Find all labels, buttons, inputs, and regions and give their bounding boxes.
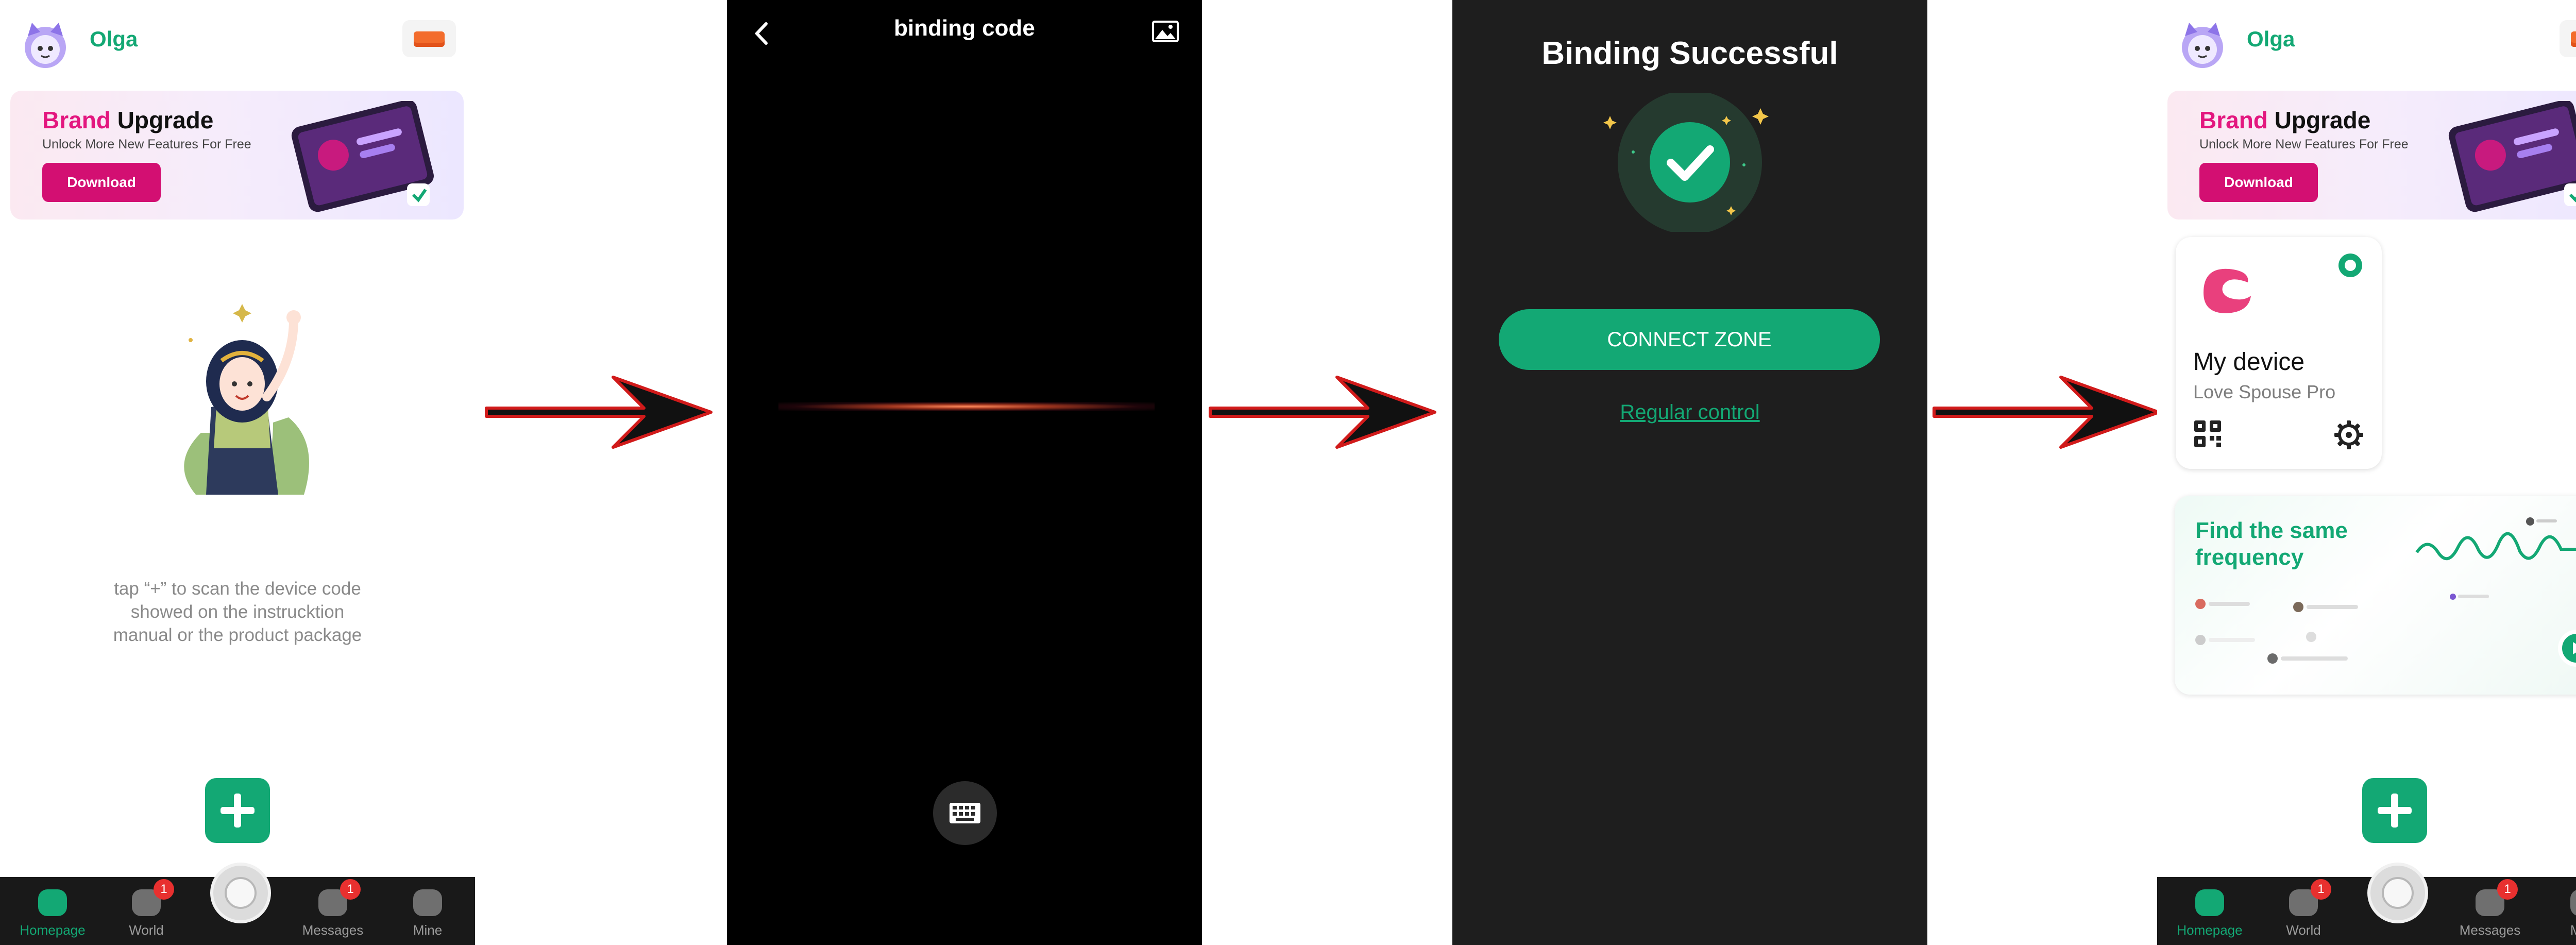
tab-bar: Homepage 1 World 1 Messages Mine bbox=[2157, 863, 2576, 945]
notification-badge: 1 bbox=[2311, 879, 2331, 900]
home-icon bbox=[2195, 889, 2224, 916]
scan-line bbox=[778, 402, 1155, 411]
tab-messages[interactable]: 1 Messages bbox=[2454, 877, 2526, 945]
page-title: binding code bbox=[894, 15, 1035, 41]
avatar[interactable] bbox=[2178, 21, 2227, 70]
connection-status-icon bbox=[2338, 254, 2362, 277]
qr-code-icon[interactable] bbox=[2193, 419, 2222, 448]
center-action-button[interactable] bbox=[2367, 863, 2428, 923]
battery-button[interactable] bbox=[2560, 20, 2576, 57]
center-action-button[interactable] bbox=[210, 863, 271, 923]
page-title: Binding Successful bbox=[1541, 36, 1838, 71]
banner-title-upgrade: Upgrade bbox=[117, 107, 214, 133]
upgrade-banner[interactable]: Brand Upgrade Unlock More New Features F… bbox=[10, 91, 464, 220]
frequency-title: Find the same frequency bbox=[2195, 518, 2348, 570]
notification-badge: 1 bbox=[154, 879, 174, 900]
home-screen-empty: Olga Brand Upgrade Unlock More New Featu… bbox=[0, 0, 475, 945]
avatar[interactable] bbox=[21, 21, 70, 70]
tab-label: Homepage bbox=[2177, 922, 2243, 938]
gear-icon[interactable] bbox=[2333, 419, 2364, 450]
center-orb-icon bbox=[225, 877, 257, 909]
connect-zone-button[interactable]: CONNECT ZONE bbox=[1499, 309, 1880, 370]
tab-label: Messages bbox=[302, 922, 364, 938]
banner-subtitle: Unlock More New Features For Free bbox=[2199, 137, 2409, 151]
waveform-illustration bbox=[2415, 517, 2576, 561]
download-button[interactable]: Download bbox=[42, 163, 161, 202]
tab-homepage[interactable]: Homepage bbox=[16, 877, 89, 945]
tab-label: Mine bbox=[413, 922, 443, 938]
flow-arrow bbox=[1209, 376, 1436, 449]
tab-world[interactable]: 1 World bbox=[110, 877, 182, 945]
battery-icon bbox=[2571, 31, 2576, 47]
profile-icon bbox=[2570, 889, 2576, 916]
home-screen-with-device: Olga Brand Upgrade Unlock More New Featu… bbox=[2157, 0, 2576, 945]
flow-arrow bbox=[485, 376, 713, 449]
tab-label: World bbox=[129, 922, 164, 938]
upgrade-banner[interactable]: Brand Upgrade Unlock More New Features F… bbox=[2167, 91, 2576, 220]
notification-badge: 1 bbox=[2497, 879, 2518, 900]
frequency-card[interactable]: Find the same frequency bbox=[2175, 496, 2576, 695]
battery-icon bbox=[414, 31, 445, 47]
tab-homepage[interactable]: Homepage bbox=[2174, 877, 2246, 945]
tab-label: Mine bbox=[2570, 922, 2576, 938]
download-button[interactable]: Download bbox=[2199, 163, 2318, 202]
scan-screen: binding code bbox=[727, 0, 1202, 945]
success-check-icon bbox=[1603, 93, 1769, 232]
tab-messages[interactable]: 1 Messages bbox=[297, 877, 369, 945]
plus-icon bbox=[221, 794, 255, 828]
notification-badge: 1 bbox=[340, 879, 361, 900]
tab-label: Homepage bbox=[20, 922, 86, 938]
add-device-button[interactable] bbox=[205, 778, 270, 843]
user-bubbles-illustration bbox=[2195, 594, 2489, 664]
device-model: Love Spouse Pro bbox=[2193, 381, 2336, 402]
regular-control-link[interactable]: Regular control bbox=[1452, 401, 1927, 424]
username: Olga bbox=[2247, 27, 2295, 51]
tab-mine[interactable]: Mine bbox=[2549, 877, 2576, 945]
flow-arrow bbox=[1933, 376, 2160, 449]
image-icon[interactable] bbox=[1152, 21, 1179, 42]
add-device-button[interactable] bbox=[2362, 778, 2427, 843]
phone-mockup-illustration bbox=[291, 101, 434, 212]
binding-success-screen: Binding Successful CONNECT ZONE Regular … bbox=[1452, 0, 1927, 945]
banner-title-upgrade: Upgrade bbox=[2274, 107, 2371, 133]
banner-subtitle: Unlock More New Features For Free bbox=[42, 137, 251, 151]
tab-world[interactable]: 1 World bbox=[2267, 877, 2340, 945]
banner-title: Brand Upgrade bbox=[42, 106, 213, 134]
girl-illustration bbox=[184, 304, 309, 495]
tab-label: World bbox=[2286, 922, 2321, 938]
tab-label: Messages bbox=[2459, 922, 2521, 938]
banner-title-brand: Brand bbox=[42, 107, 111, 133]
banner-title-brand: Brand bbox=[2199, 107, 2268, 133]
device-card[interactable]: My device Love Spouse Pro bbox=[2176, 237, 2382, 469]
plus-icon bbox=[2378, 794, 2412, 828]
username: Olga bbox=[90, 27, 138, 51]
phone-mockup-illustration bbox=[2448, 101, 2576, 212]
keyboard-icon bbox=[950, 803, 980, 823]
banner-title: Brand Upgrade bbox=[2199, 106, 2370, 134]
home-icon bbox=[38, 889, 67, 916]
play-icon[interactable] bbox=[2556, 628, 2576, 669]
device-image bbox=[2204, 268, 2251, 313]
profile-icon bbox=[413, 889, 442, 916]
tab-bar: Homepage 1 World 1 Messages Mine bbox=[0, 863, 475, 945]
device-name: My device bbox=[2193, 348, 2305, 376]
battery-button[interactable] bbox=[402, 20, 456, 57]
empty-state-message: tap “+” to scan the device code showed o… bbox=[113, 579, 362, 645]
tab-mine[interactable]: Mine bbox=[392, 877, 464, 945]
manual-input-button[interactable] bbox=[933, 781, 997, 845]
center-orb-icon bbox=[2382, 877, 2414, 909]
